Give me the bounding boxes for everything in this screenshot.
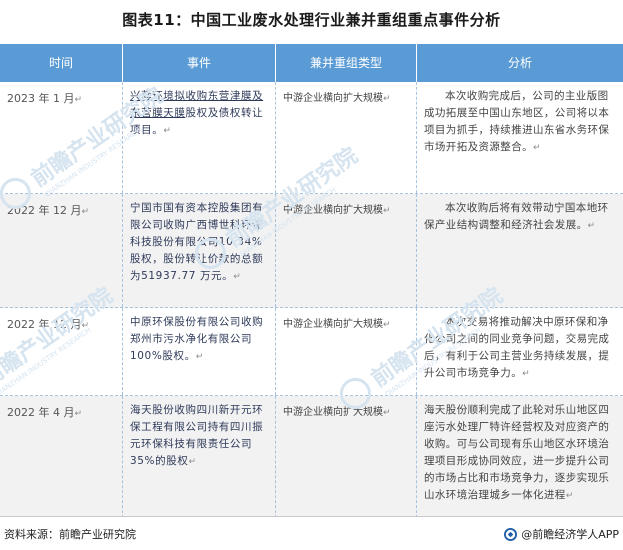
analysis-text: 本次交易将推动解决中原环保和净化公司之间的同业竞争问题，交易完成后，有利于公司主… [424,316,610,379]
row-time: 2022 年 4 月↵ [0,396,122,523]
row-type: 中游企业横向扩大规模↵ [275,308,416,395]
footer: 资料来源：前瞻产业研究院 @前瞻经济学人APP [0,516,623,550]
type-text: 中游企业横向扩大规模 [283,407,383,418]
type-text: 中游企业横向扩大规模 [283,93,383,104]
paragraph-mark: ↵ [81,321,90,331]
brand-text: @前瞻经济学人APP [521,528,619,541]
paragraph-mark: ↵ [195,352,204,362]
source-note: 资料来源：前瞻产业研究院 [4,528,136,541]
row-type: 中游企业横向扩大规模↵ [275,396,416,523]
row-type: 中游企业横向扩大规模↵ [275,194,416,307]
brand-credit: @前瞻经济学人APP [504,526,619,542]
paragraph-mark: ↵ [587,221,596,231]
event-text: 宁国市国有资本控股集团有限公司收购广西博世科环保科技股份有限公司10.34%股权… [130,202,264,282]
table-header-row: 时间 事件 兼并重组类型 分析 [0,44,623,82]
paragraph-mark: ↵ [383,94,391,104]
paragraph-mark: ↵ [74,95,83,105]
type-text: 中游企业横向扩大规模 [283,205,383,216]
row-type: 中游企业横向扩大规模↵ [275,82,416,193]
paragraph-mark: ↵ [565,491,574,501]
analysis-text: 本次收购后将有效带动宁国本地环保产业结构调整和经济社会发展。 [424,202,609,231]
row-event: 中原环保股份有限公司收购郑州市污水净化有限公司100%股权。↵ [122,308,275,395]
paragraph-mark: ↵ [383,320,391,330]
paragraph-mark: ↵ [188,457,197,467]
analysis-text: 海天股份顺利完成了此轮对乐山地区四座污水处理厂特许经营权及对应资产的收购。可与公… [424,404,610,501]
row-analysis: 本次收购后将有效带动宁国本地环保产业结构调整和经济社会发展。↵ [416,194,623,307]
row-event: 兴蓉环境拟收购东营津膜及东营膜天膜股权及债权转让项目。↵ [122,82,275,193]
time-text: 2022 年 12 月 [7,204,82,217]
paragraph-mark: ↵ [81,207,90,217]
paragraph-mark: ↵ [522,369,531,379]
table-row: 2022 年 12 月↵ 中原环保股份有限公司收购郑州市污水净化有限公司100%… [0,308,623,396]
row-analysis: 本次收购完成后，公司的主业版图成功拓展至中国山东地区，公司将以本项目为抓手，持续… [416,82,623,193]
time-text: 2022 年 4 月 [7,406,75,419]
header-time: 时间 [0,44,122,82]
events-table: 时间 事件 兼并重组类型 分析 2023 年 1 月↵ 兴蓉环境拟收购东营津膜及… [0,44,623,524]
paragraph-mark: ↵ [74,409,83,419]
brand-logo-icon [504,527,518,541]
row-analysis: 海天股份顺利完成了此轮对乐山地区四座污水处理厂特许经营权及对应资产的收购。可与公… [416,396,623,523]
header-event: 事件 [122,44,275,82]
paragraph-mark: ↵ [383,408,391,418]
time-text: 2023 年 1 月 [7,92,75,105]
table-row: 2023 年 1 月↵ 兴蓉环境拟收购东营津膜及东营膜天膜股权及债权转让项目。↵… [0,82,623,194]
paragraph-mark: ↵ [163,126,172,136]
header-type: 兼并重组类型 [275,44,416,82]
analysis-text: 本次收购完成后，公司的主业版图成功拓展至中国山东地区，公司将以本项目为抓手，持续… [424,90,610,153]
header-analysis: 分析 [416,44,623,82]
table-row: 2022 年 4 月↵ 海天股份收购四川新开元环保工程有限公司持有四川振元环保科… [0,396,623,524]
type-text: 中游企业横向扩大规模 [283,319,383,330]
row-analysis: 本次交易将推动解决中原环保和净化公司之间的同业竞争问题，交易完成后，有利于公司主… [416,308,623,395]
table-row: 2022 年 12 月↵ 宁国市国有资本控股集团有限公司收购广西博世科环保科技股… [0,194,623,308]
chart-title: 图表11：中国工业废水处理行业兼并重组重点事件分析 [122,11,501,29]
row-time: 2022 年 12 月↵ [0,308,122,395]
row-event: 海天股份收购四川新开元环保工程有限公司持有四川振元环保科技有限责任公司35%的股… [122,396,275,523]
row-time: 2023 年 1 月↵ [0,82,122,193]
row-time: 2022 年 12 月↵ [0,194,122,307]
paragraph-mark: ↵ [383,206,391,216]
row-event: 宁国市国有资本控股集团有限公司收购广西博世科环保科技股份有限公司10.34%股权… [122,194,275,307]
paragraph-mark: ↵ [233,272,242,282]
time-text: 2022 年 12 月 [7,318,82,331]
paragraph-mark: ↵ [533,143,541,153]
